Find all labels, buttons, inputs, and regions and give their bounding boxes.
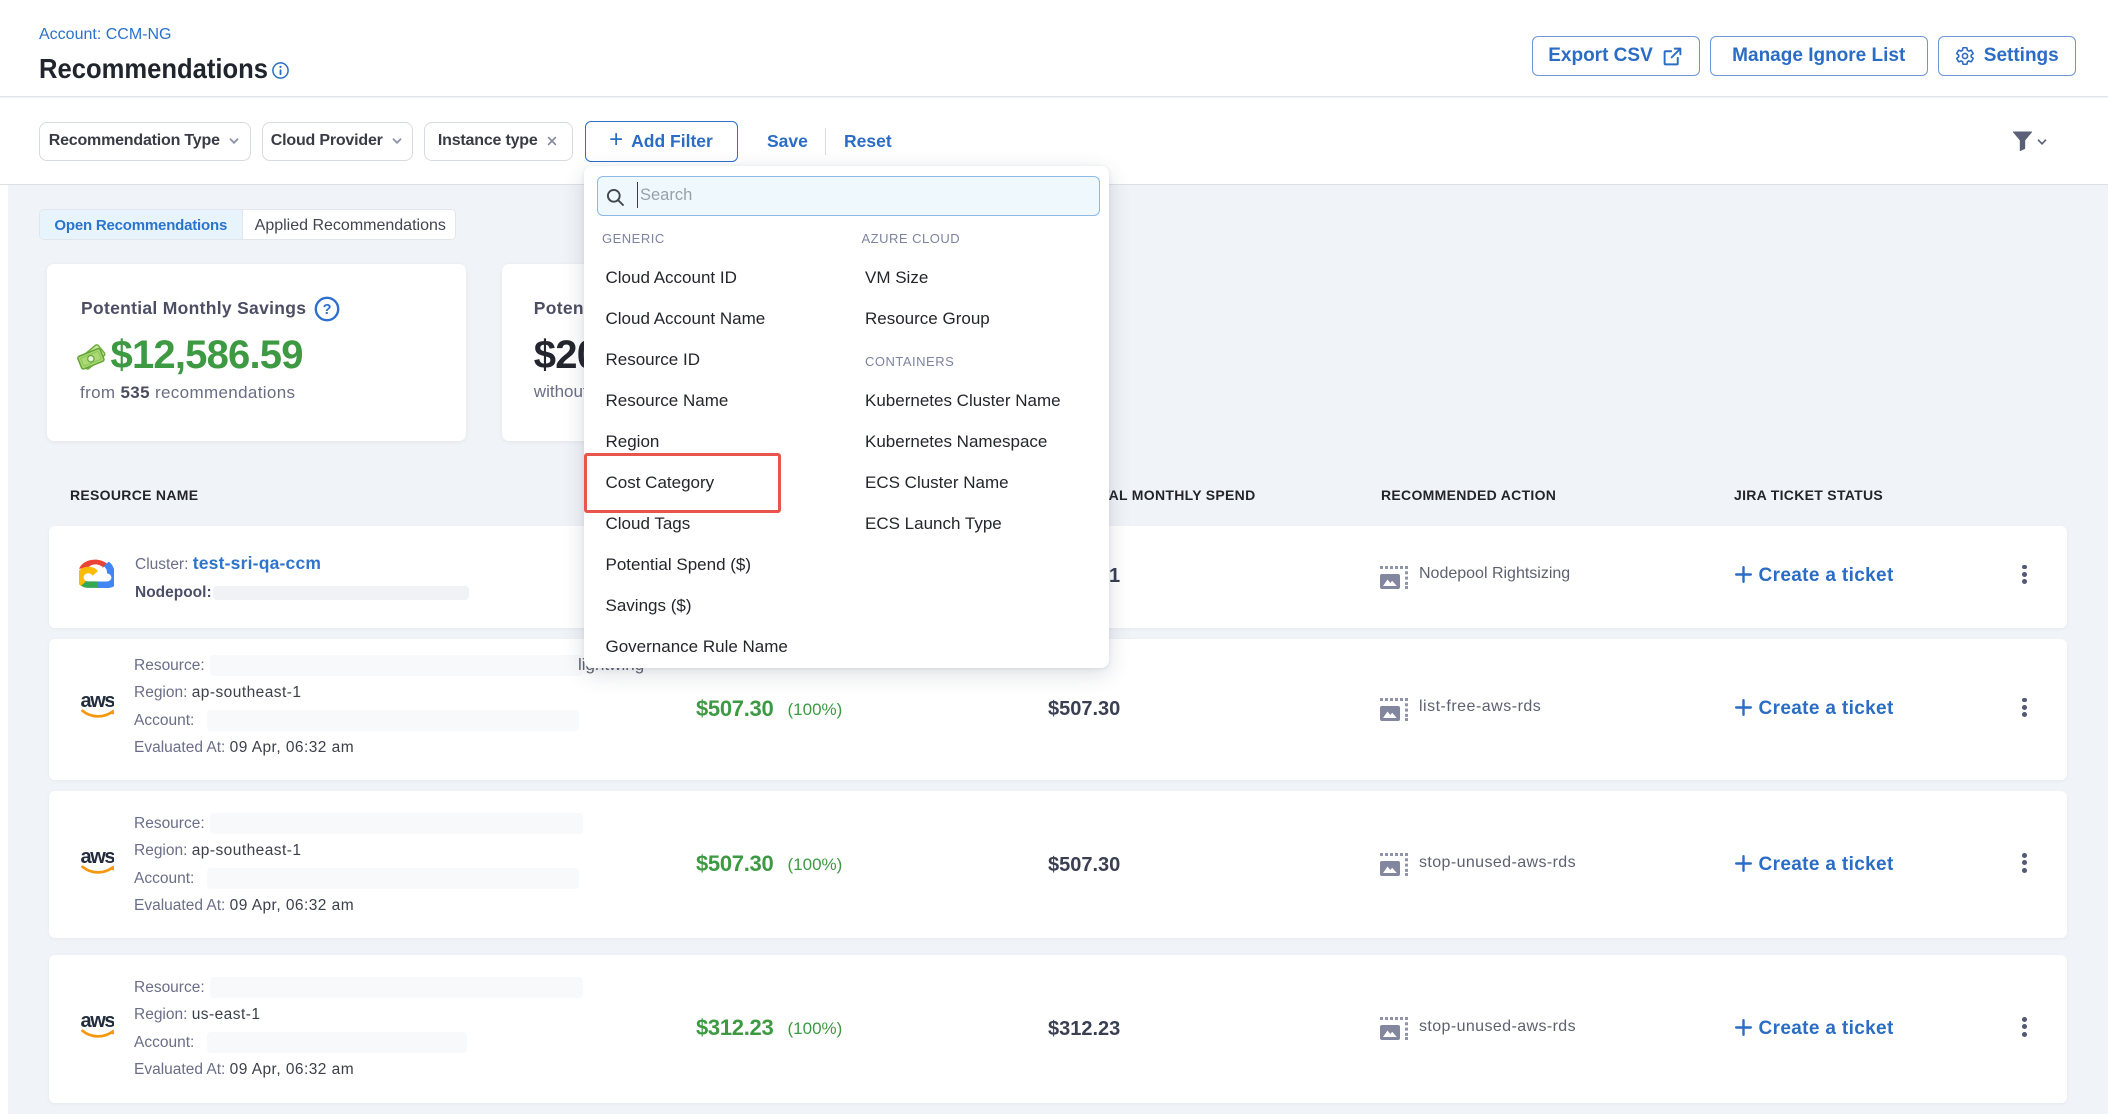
svg-text:aws: aws bbox=[81, 848, 114, 868]
svg-text:?: ? bbox=[322, 302, 331, 318]
svg-text:aws: aws bbox=[81, 1012, 114, 1032]
svg-text:aws: aws bbox=[81, 692, 114, 712]
